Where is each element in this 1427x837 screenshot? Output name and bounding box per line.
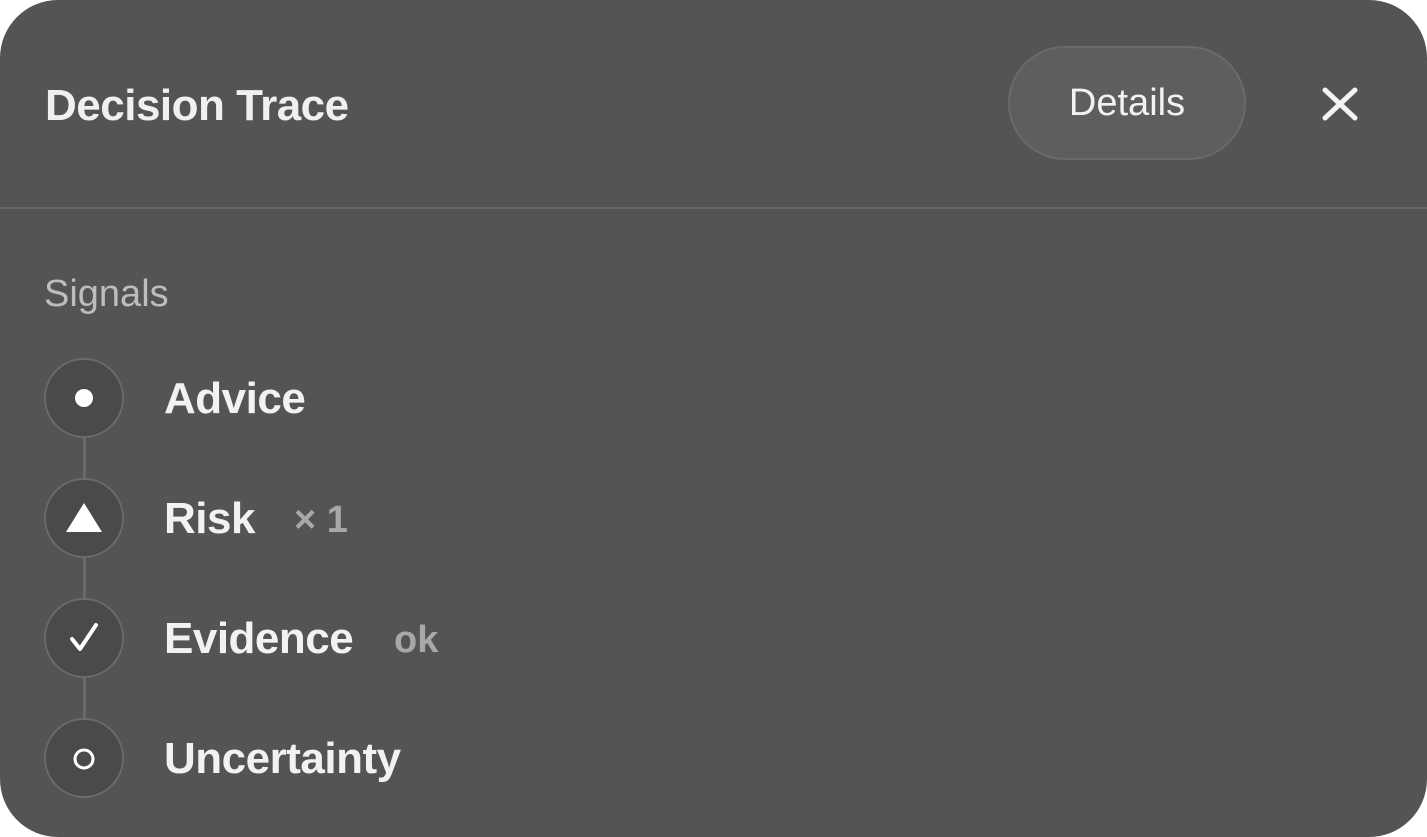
signal-label: Risk <box>164 494 255 543</box>
signal-label: Evidence <box>164 614 354 663</box>
header-divider <box>0 207 1427 209</box>
evidence-status-badge: ok <box>394 619 439 661</box>
signal-item-uncertainty[interactable]: Uncertainty <box>44 718 744 798</box>
signal-label: Advice <box>164 374 306 423</box>
signal-item-advice[interactable]: Advice <box>44 358 744 438</box>
signal-item-evidence[interactable]: Evidence ok <box>44 598 744 678</box>
signal-item-risk[interactable]: Risk × 1 <box>44 478 744 558</box>
ring-icon <box>44 718 124 798</box>
close-button[interactable] <box>1312 80 1368 128</box>
close-icon <box>1322 87 1358 121</box>
signals-section-label: Signals <box>44 273 169 315</box>
signal-label: Uncertainty <box>164 734 401 783</box>
panel-title: Decision Trace <box>45 81 349 130</box>
decision-trace-panel: Decision Trace Details Signals Advice Ri… <box>0 0 1427 837</box>
risk-count-badge: × 1 <box>294 499 348 541</box>
timeline-connector <box>83 556 86 600</box>
details-button[interactable]: Details <box>1008 46 1246 160</box>
check-icon <box>44 598 124 678</box>
triangle-icon <box>44 478 124 558</box>
dot-icon <box>44 358 124 438</box>
timeline-connector <box>83 436 86 480</box>
panel-header: Decision Trace Details <box>0 0 1427 208</box>
timeline-connector <box>83 677 86 721</box>
